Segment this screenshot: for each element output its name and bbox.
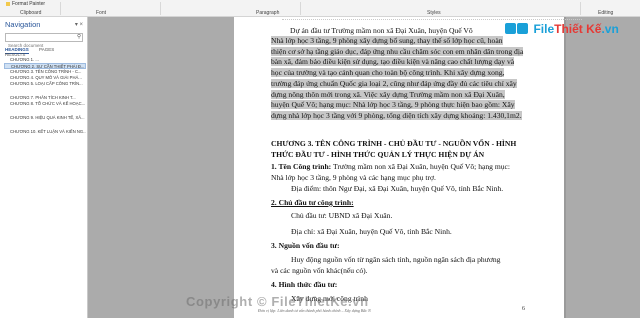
word-window: Format Painter Clipboard Font Paragraph …	[0, 0, 640, 318]
logo-tile-icon	[517, 23, 528, 35]
heading-item[interactable]: CHƯƠNG 9. HIỆU QUẢ KINH TẾ, XÃ...	[4, 115, 86, 121]
chapter-heading: CHƯƠNG 3. TÊN CÔNG TRÌNH - CHỦ ĐẦU TƯ - …	[271, 139, 516, 160]
section-1-continuation: Nhà lớp học 3 tầng, 9 phòng và các hạng …	[271, 172, 436, 182]
selected-text-line: huyện Quế Võ; hạng mục: Nhà lớp học 3 tầ…	[271, 100, 515, 110]
search-icon[interactable]: ⚲	[77, 34, 81, 40]
logo-tile-icon	[505, 23, 516, 35]
selected-text-line: Nhà lớp học 3 tầng, 9 phòng xây dựng bổ …	[271, 36, 503, 45]
logo-text: FileThiết Kế.vn	[533, 22, 618, 36]
ribbon-separator	[580, 2, 581, 15]
tab-pages[interactable]: PAGES	[39, 47, 54, 53]
heading-item[interactable]: CHƯƠNG 10. KẾT LUẬN VÀ KIẾN NG...	[4, 129, 86, 135]
ribbon-group-paragraph: Paragraph	[256, 10, 280, 16]
selected-text-line: bàn xã, đảm bảo điều kiện sử dụng, tạo đ…	[271, 57, 515, 67]
section-3-line: Huy động nguồn vốn từ ngân sách tỉnh, ng…	[291, 255, 501, 264]
watermark-logo: FileThiết Kế.vn	[505, 20, 629, 36]
logo-text-suffix: .vn	[601, 21, 619, 36]
page-number: 6	[522, 306, 525, 312]
navigation-pane: Navigation ▾ × ⚲ HEADINGS PAGES RESULTS …	[0, 17, 88, 318]
section-1-location: Địa điểm: thôn Ngư Đại, xã Đại Xuân, huy…	[291, 184, 504, 193]
paintbrush-icon	[6, 1, 10, 6]
body-paragraph-selected: Nhà lớp học 3 tầng, 9 phòng xây dựng bổ …	[271, 36, 524, 122]
copyright-watermark: Copyright © FileThietKe.vn	[186, 294, 369, 309]
heading-list-gap	[4, 87, 86, 95]
section-2-label: 2. Chủ đầu tư công trình:	[271, 198, 354, 207]
format-painter-button[interactable]: Format Painter	[6, 1, 45, 7]
selected-text-line: dựng nhà lớp học 3 tầng với 9 phòng, tổn…	[271, 110, 522, 120]
ribbon-separator	[160, 2, 161, 15]
navigation-title: Navigation	[5, 20, 41, 29]
section-1: 1. Tên Công trình: Trường mầm non xã Đại…	[271, 162, 510, 183]
ribbon-group-styles: Styles	[427, 10, 441, 16]
section-2-address: Địa chỉ: xã Đại Xuân, huyện Quế Võ, tỉnh…	[291, 227, 452, 236]
heading-list-gap	[4, 121, 86, 129]
ribbon-separator	[300, 2, 301, 15]
section-3-line: và các nguồn vốn khác(nếu có).	[271, 266, 368, 275]
ribbon-separator	[60, 2, 61, 15]
chapter-heading-line: THỨC ĐẦU TƯ - HÌNH THỨC QUẢN LÝ THỰC HIỆ…	[271, 149, 485, 159]
navigation-search-box[interactable]: ⚲	[5, 33, 83, 49]
section-1-label: 1. Tên Công trình:	[271, 162, 332, 171]
chapter-heading-line: CHƯƠNG 3. TÊN CÔNG TRÌNH - CHỦ ĐẦU TƯ - …	[271, 139, 517, 148]
navigation-pane-controls[interactable]: ▾ ×	[75, 21, 83, 28]
section-2-owner: Chủ đầu tư: UBND xã Đại Xuân.	[291, 211, 393, 220]
ribbon-group-editing: Editing	[598, 10, 614, 16]
heading-list-gap	[4, 107, 86, 115]
heading-item[interactable]: CHƯƠNG 5. LOẠI CẤP CÔNG TRÌN...	[4, 81, 86, 87]
selected-text-line: học của trường và tạo cảnh quan cho toàn…	[271, 68, 505, 78]
selected-text-line: dựng nông thôn mới trong xã. Việc xây dự…	[271, 89, 505, 99]
selected-text-line: trường đáp ứng chuẩn Quốc gia loại 2, cũ…	[271, 78, 517, 88]
heading-item[interactable]: CHƯƠNG 8. TỔ CHỨC VÀ KẾ HOẠC...	[4, 101, 86, 107]
ribbon-group-font: Font	[96, 10, 107, 16]
ribbon-group-clipboard: Clipboard	[20, 10, 42, 16]
navigation-tabs: HEADINGS PAGES RESULTS	[5, 47, 87, 57]
section-1-text: Trường mầm non xã Đại Xuân, huyện Quế Võ…	[331, 162, 511, 171]
ribbon: Format Painter Clipboard Font Paragraph …	[0, 0, 640, 17]
section-4-label: 4. Hình thức đầu tư:	[271, 280, 338, 289]
format-painter-label: Format Painter	[12, 1, 46, 7]
logo-text-prefix: File	[533, 21, 555, 36]
logo-text-accent: Thiết Kế	[554, 21, 602, 36]
heading-list: CHƯƠNG 1. ... CHƯƠNG 2. SỰ CẦN THIẾT PHẢ…	[4, 57, 86, 135]
selected-text-line: thiện cơ sở hạ tầng giáo dục, đáp ứng nh…	[271, 46, 524, 56]
section-3-label: 3. Nguồn vốn đầu tư:	[271, 241, 340, 250]
